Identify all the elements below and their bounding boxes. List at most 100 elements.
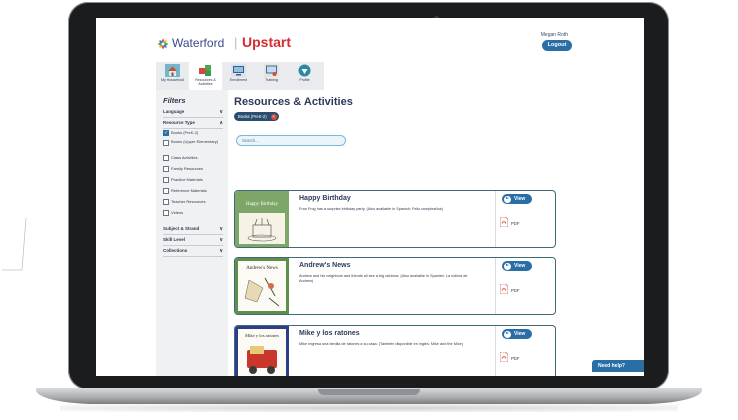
user-name: Megan Roth	[540, 32, 568, 38]
play-icon	[503, 262, 511, 270]
checkbox[interactable]	[163, 188, 169, 194]
decorative-line	[2, 217, 27, 271]
header: Waterford | Upstart Megan Roth Logout	[156, 30, 574, 60]
filters-title: Filters	[163, 96, 186, 105]
filter-subject-strand[interactable]: Subject & Strand ∨	[163, 226, 223, 235]
checkbox[interactable]	[163, 140, 169, 146]
chevron-down-icon: ∨	[219, 237, 223, 243]
filter-option-family-resources[interactable]: Family Resources	[163, 166, 225, 172]
filter-option-label: Books (Upper Elementary)	[171, 139, 219, 144]
resource-card-mike-y-los-ratones: Mike y los ratones Mike y los ratones Mi…	[234, 325, 556, 376]
book-cover-thumbnail[interactable]: Mike y los ratones	[235, 326, 289, 376]
filters-sidebar: Filters Language ∨ Resource Type ∧ ✓ Book…	[156, 90, 228, 376]
view-label: View	[514, 331, 526, 337]
filter-option-books-upper-elementary[interactable]: Books (Upper Elementary)	[163, 139, 225, 146]
laptop-shadow	[60, 404, 678, 412]
filter-option-label: Practice Materials	[171, 177, 203, 183]
thumbnail-title: Happy Birthday	[246, 202, 279, 207]
logout-button[interactable]: Logout	[542, 40, 572, 51]
resource-card-happy-birthday: Happy Birthday Happy Birthday Fran Frog …	[234, 190, 556, 248]
tab-enrollment[interactable]: Enrollment	[222, 62, 255, 90]
checkbox[interactable]	[163, 199, 169, 205]
house-icon	[165, 64, 180, 77]
filter-skill-level[interactable]: Skill Level ∨	[163, 237, 223, 246]
main-content: Resources & Activities Books (PreK-2) × …	[228, 90, 574, 376]
checkbox[interactable]	[163, 166, 169, 172]
play-icon	[503, 195, 511, 203]
tab-label: Profile	[299, 78, 310, 82]
filter-option-teacher-resources[interactable]: Teacher Resources	[163, 199, 225, 205]
top-nav: My Household Resources & Activities Enro…	[156, 62, 324, 90]
view-button[interactable]: View	[502, 194, 532, 204]
book-cover-thumbnail[interactable]: Happy Birthday	[235, 191, 289, 247]
waterford-flower-icon	[158, 39, 168, 49]
tab-label: Enrollment	[229, 78, 248, 82]
tab-label: My Household	[161, 78, 184, 82]
pdf-label[interactable]: PDF	[511, 221, 519, 226]
pdf-icon[interactable]	[500, 217, 508, 227]
filter-collections[interactable]: Collections ∨	[163, 248, 223, 257]
filter-language[interactable]: Language ∨	[163, 109, 223, 118]
active-filter-chip[interactable]: Books (PreK-2) ×	[234, 112, 279, 121]
checkbox[interactable]	[163, 155, 169, 161]
filter-skill-level-label: Skill Level	[163, 237, 186, 242]
card-title[interactable]: Mike y los ratones	[299, 330, 360, 337]
product-name: Upstart	[242, 34, 292, 50]
filter-resource-type[interactable]: Resource Type ∧	[163, 120, 223, 129]
thumbnail-title: Andrew's News	[246, 266, 278, 271]
filter-option-books-prek-2[interactable]: ✓ Books (PreK-2)	[163, 130, 225, 136]
pdf-icon[interactable]	[500, 352, 508, 362]
filter-option-label: Family Resources	[171, 166, 204, 172]
filter-subject-strand-label: Subject & Strand	[163, 226, 200, 231]
filter-collections-label: Collections	[163, 248, 188, 253]
filter-option-practice-materials[interactable]: Practice Materials	[163, 177, 225, 183]
checkbox-checked[interactable]: ✓	[163, 130, 169, 136]
pdf-label[interactable]: PDF	[511, 288, 519, 293]
laptop-notch	[318, 389, 420, 395]
filter-option-videos[interactable]: Videos	[163, 210, 225, 216]
filter-option-label: Class Activities	[171, 155, 198, 161]
search-input[interactable]: Search...	[236, 135, 346, 146]
need-help-button[interactable]: Need help?	[592, 360, 644, 372]
filter-option-label: Books (PreK-2)	[171, 130, 199, 136]
chevron-down-icon: ∨	[219, 109, 223, 115]
view-label: View	[514, 263, 526, 269]
chevron-up-icon: ∧	[219, 120, 223, 126]
training-icon	[264, 64, 279, 77]
filter-option-label: Teacher Resources	[171, 199, 206, 205]
tab-label: Resources & Activities	[195, 78, 216, 87]
tab-training[interactable]: Training	[255, 62, 288, 90]
profile-icon	[298, 64, 311, 77]
filter-option-reference-materials[interactable]: Reference Materials	[163, 188, 225, 194]
card-description: Mike regresa una familia de ratones a su…	[299, 342, 463, 346]
view-label: View	[514, 196, 526, 202]
filter-option-class-activities[interactable]: Class Activities	[163, 155, 225, 161]
card-actions: View PDF	[495, 326, 555, 376]
screen: Waterford | Upstart Megan Roth Logout My…	[96, 18, 644, 376]
pdf-icon[interactable]	[500, 284, 508, 294]
chip-label: Books (PreK-2)	[238, 114, 267, 119]
brand-name: Waterford	[172, 36, 225, 50]
checkbox[interactable]	[163, 210, 169, 216]
card-title[interactable]: Happy Birthday	[299, 195, 351, 202]
card-actions: View PDF	[495, 258, 555, 314]
page-title: Resources & Activities	[234, 96, 353, 108]
card-description: Fran Frog has a surprise birthday party.…	[299, 207, 443, 211]
resource-card-andrews-news: Andrew's News Andrew's News Andrew and h…	[234, 257, 556, 315]
thumbnail-title: Mike y los ratones	[245, 333, 279, 338]
card-description: Andrew and his neighbors and friends all…	[299, 274, 468, 283]
view-button[interactable]: View	[502, 329, 532, 339]
enrollment-icon	[231, 64, 246, 77]
checkbox[interactable]	[163, 177, 169, 183]
chevron-down-icon: ∨	[219, 226, 223, 232]
book-cover-thumbnail[interactable]: Andrew's News	[235, 258, 289, 314]
tab-profile[interactable]: Profile	[288, 62, 321, 90]
filter-resource-type-label: Resource Type	[163, 120, 195, 125]
remove-filter-icon[interactable]: ×	[270, 113, 277, 120]
tab-label: Training	[265, 78, 278, 82]
pdf-label[interactable]: PDF	[511, 356, 519, 361]
tab-my-household[interactable]: My Household	[156, 62, 189, 90]
tab-resources-activities[interactable]: Resources & Activities	[189, 62, 222, 90]
card-title[interactable]: Andrew's News	[299, 262, 350, 269]
view-button[interactable]: View	[502, 261, 532, 271]
